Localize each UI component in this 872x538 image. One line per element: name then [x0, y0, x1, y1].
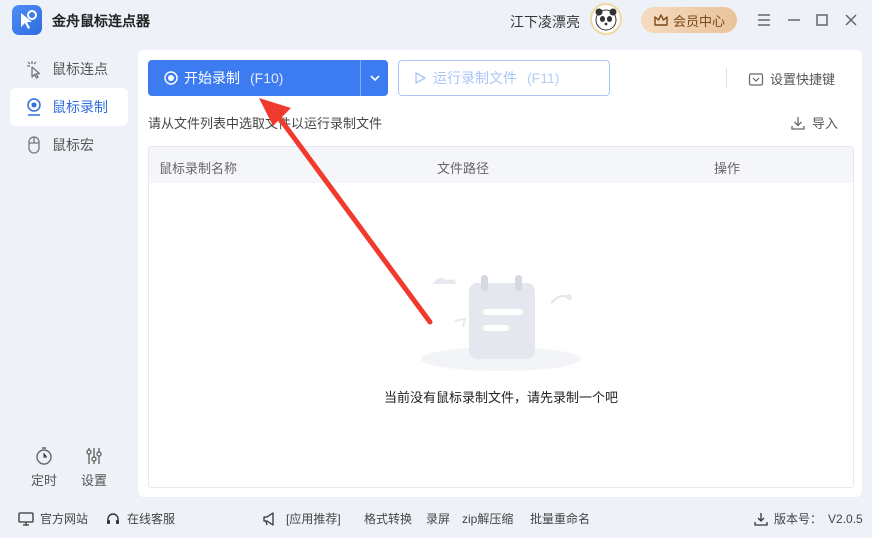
import-icon — [791, 116, 805, 130]
sidebar-item-mouse-macro[interactable]: 鼠标宏 — [10, 126, 128, 164]
sidebar-item-mouse-click[interactable]: 鼠标连点 — [10, 50, 128, 88]
app-recommend-label: [应用推荐] — [286, 512, 341, 526]
empty-state-illustration — [421, 275, 581, 371]
empty-state-text: 当前没有鼠标录制文件，请先录制一个吧 — [383, 390, 618, 405]
main-panel: 开始录制 (F10) 运行录制文件 (F11) 设置快捷键 请从文件列表中选取文… — [138, 50, 862, 497]
start-record-hotkey: (F10) — [250, 70, 284, 86]
run-record-label: 运行录制文件 — [433, 70, 517, 86]
click-cursor-icon — [27, 61, 41, 79]
vip-center-button[interactable]: 会员中心 — [641, 7, 737, 33]
record-icon — [164, 71, 178, 85]
version-label: 版本号： — [774, 512, 823, 526]
minimize-icon[interactable] — [784, 10, 804, 30]
hint-text: 请从文件列表中选取文件以运行录制文件 — [148, 116, 383, 131]
megaphone-icon — [263, 511, 274, 526]
sidebar-settings-button[interactable]: 设置 — [76, 446, 112, 489]
shortcut-icon — [748, 72, 764, 86]
column-header-path: 文件路径 — [437, 161, 490, 176]
import-label: 导入 — [812, 116, 839, 131]
start-record-label: 开始录制 — [184, 70, 240, 86]
official-website-link[interactable]: 官方网站 — [18, 510, 88, 527]
start-record-button[interactable]: 开始录制 (F10) — [148, 60, 388, 96]
maximize-icon[interactable] — [812, 10, 832, 30]
start-record-main[interactable]: 开始录制 (F10) — [148, 60, 360, 96]
version-info[interactable]: 版本号： V2.0.5 — [754, 510, 863, 527]
record-user-icon — [27, 98, 41, 116]
app-recommend[interactable]: [应用推荐] — [262, 510, 341, 527]
footer-link-screen-record[interactable]: 录屏 — [426, 510, 450, 527]
footer-link-batch-rename[interactable]: 批量重命名 — [530, 510, 590, 527]
app-title: 金舟鼠标连点器 — [52, 13, 150, 29]
sidebar-item-mouse-record[interactable]: 鼠标录制 — [10, 88, 128, 126]
run-record-button[interactable]: 运行录制文件 (F11) — [398, 60, 610, 96]
file-table: 鼠标录制名称 文件路径 操作 当前没有鼠标录制文件，请先录制一个吧 — [148, 146, 854, 488]
footer: 官方网站 在线客服 [应用推荐] 格式转换 录屏 zip解压缩 批量重命名 版本… — [0, 504, 872, 532]
footer-link-format-convert[interactable]: 格式转换 — [364, 510, 412, 527]
timer-icon — [36, 447, 52, 465]
sidebar-item-label: 鼠标宏 — [52, 137, 94, 153]
menu-icon[interactable] — [754, 10, 774, 30]
column-header-actions: 操作 — [714, 161, 741, 176]
toolbar-divider — [726, 68, 727, 88]
username[interactable]: 江下凌漂亮 — [510, 12, 580, 32]
app-logo — [12, 5, 42, 35]
play-icon — [415, 72, 426, 84]
vip-center-label: 会员中心 — [672, 13, 725, 29]
sidebar-item-label: 鼠标录制 — [52, 99, 108, 115]
start-record-dropdown[interactable] — [360, 60, 388, 96]
mouse-icon — [28, 136, 40, 154]
set-shortcut-label: 设置快捷键 — [770, 72, 836, 87]
settings-label: 设置 — [80, 473, 107, 488]
footer-link-zip[interactable]: zip解压缩 — [462, 510, 513, 527]
close-icon[interactable] — [841, 10, 861, 30]
table-header: 鼠标录制名称 文件路径 操作 — [149, 147, 853, 183]
monitor-icon — [18, 511, 34, 526]
import-button[interactable]: 导入 — [790, 113, 838, 132]
chevron-down-icon — [369, 75, 380, 82]
title-bar: 金舟鼠标连点器 江下凌漂亮 会员中心 — [0, 0, 872, 40]
sidebar-timer-button[interactable]: 定时 — [26, 446, 62, 489]
headset-icon — [107, 512, 119, 524]
sliders-icon — [86, 448, 102, 464]
version-number: V2.0.5 — [828, 511, 863, 526]
crown-icon — [654, 14, 668, 26]
sidebar-item-label: 鼠标连点 — [52, 61, 108, 77]
online-support-link[interactable]: 在线客服 — [105, 510, 175, 527]
avatar[interactable] — [590, 3, 622, 35]
timer-label: 定时 — [30, 473, 57, 488]
download-icon — [754, 512, 768, 526]
online-support-label: 在线客服 — [127, 512, 176, 526]
set-shortcut-button[interactable]: 设置快捷键 — [748, 69, 835, 88]
official-website-label: 官方网站 — [40, 512, 89, 526]
run-record-hotkey: (F11) — [527, 70, 560, 86]
column-header-name: 鼠标录制名称 — [159, 161, 238, 176]
